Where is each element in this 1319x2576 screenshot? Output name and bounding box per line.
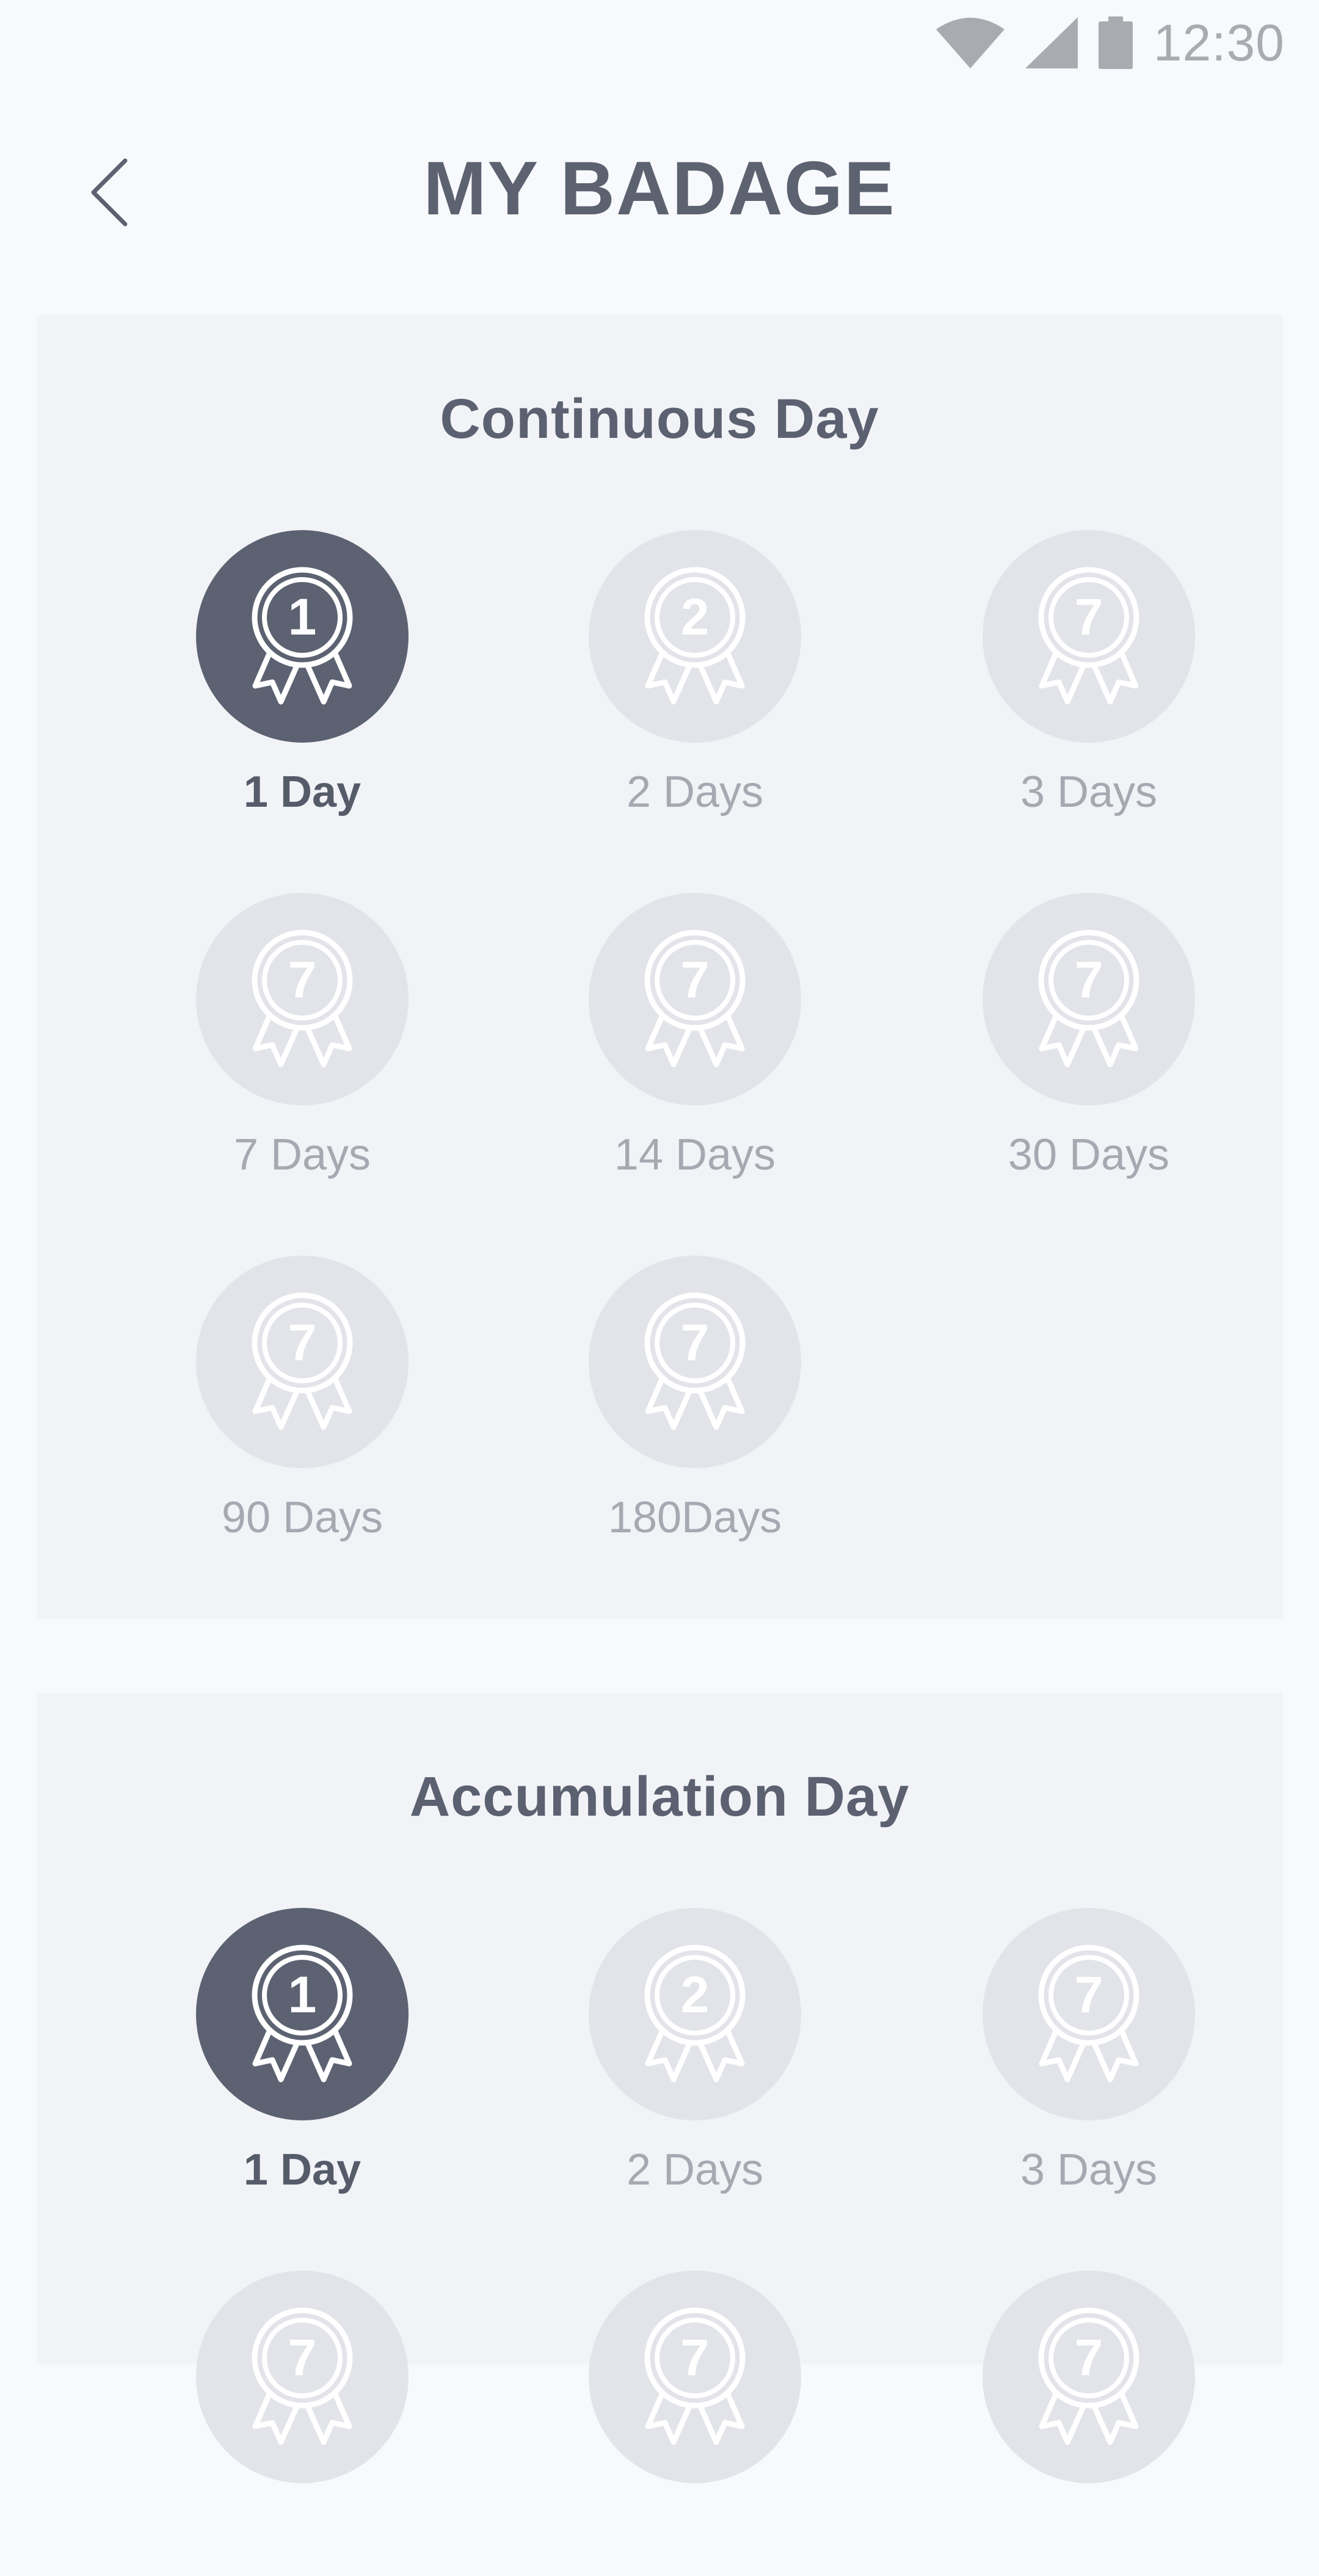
cell-signal-icon — [1025, 17, 1078, 68]
wifi-icon — [936, 17, 1005, 68]
section-title: Accumulation Day — [409, 1766, 910, 1828]
medal-ribbon-icon: 7 — [1038, 567, 1139, 705]
badge-number: 7 — [681, 951, 710, 1008]
badge-label: 1 Day — [243, 768, 362, 817]
badge-item[interactable]: 7 14 Days — [567, 893, 823, 1198]
medal-ribbon-icon: 7 — [644, 1292, 746, 1430]
badge-label: 180Days — [608, 1493, 782, 1542]
medal-ribbon-icon: 7 — [644, 2307, 746, 2445]
locked-badge-circle: 7 — [983, 1908, 1195, 2120]
badge-number: 1 — [288, 588, 317, 646]
medal-ribbon-icon: 2 — [644, 1945, 746, 2083]
locked-badge-circle: 7 — [983, 893, 1195, 1105]
locked-badge-circle: 2 — [589, 530, 801, 743]
medal-ribbon-icon: 7 — [1038, 2307, 1139, 2445]
badge-item[interactable]: 7 — [567, 2271, 823, 2576]
badge-item[interactable]: 7 30 Days — [961, 893, 1217, 1198]
badge-label: 2 Days — [626, 2145, 764, 2194]
medal-ribbon-icon: 1 — [252, 567, 353, 705]
badge-number: 2 — [681, 588, 710, 646]
medal-ribbon-icon: 2 — [644, 567, 746, 705]
locked-badge-circle: 7 — [589, 893, 801, 1105]
earned-badge-circle: 1 — [196, 530, 409, 743]
app-header: MY BADAGE — [0, 98, 1319, 281]
page-title: MY BADAGE — [423, 147, 896, 231]
badge-item[interactable]: 7 3 Days — [961, 1908, 1217, 2213]
badge-label: 7 Days — [233, 1130, 371, 1179]
badge-label: 3 Days — [1020, 768, 1158, 817]
badge-number: 7 — [681, 1314, 710, 1371]
badge-item[interactable]: 7 3 Days — [961, 530, 1217, 835]
badge-number: 7 — [288, 2329, 317, 2386]
medal-ribbon-icon: 7 — [1038, 1945, 1139, 2083]
badge-item[interactable]: 1 1 Day — [174, 530, 431, 835]
medal-ribbon-icon: 1 — [252, 1945, 353, 2083]
earned-badge-circle: 1 — [196, 1908, 409, 2120]
locked-badge-circle: 7 — [196, 893, 409, 1105]
medal-ribbon-icon: 7 — [644, 930, 746, 1068]
badge-number: 2 — [681, 1966, 710, 2023]
badge-number: 7 — [288, 951, 317, 1008]
badge-number: 7 — [1075, 588, 1103, 646]
badge-item[interactable]: 7 — [961, 2271, 1217, 2576]
locked-badge-circle: 7 — [983, 2271, 1195, 2483]
locked-badge-circle: 7 — [589, 2271, 801, 2483]
locked-badge-circle: 7 — [983, 530, 1195, 743]
badge-item[interactable]: 2 2 Days — [567, 1908, 823, 2213]
locked-badge-circle: 7 — [589, 1256, 801, 1468]
badge-number: 7 — [1075, 1966, 1103, 2023]
badge-item[interactable]: 7 7 Days — [174, 893, 431, 1198]
badge-item[interactable]: 7 180Days — [567, 1256, 823, 1561]
badge-number: 7 — [1075, 2329, 1103, 2386]
badge-label: 30 Days — [1008, 1130, 1170, 1179]
badge-item[interactable]: 7 90 Days — [174, 1256, 431, 1561]
medal-ribbon-icon: 7 — [1038, 930, 1139, 1068]
badge-label: 14 Days — [614, 1130, 776, 1179]
status-time: 12:30 — [1153, 13, 1285, 71]
locked-badge-circle: 7 — [196, 2271, 409, 2483]
status-bar: 12:30 — [0, 0, 1319, 86]
badge-number: 7 — [681, 2329, 710, 2386]
continuous-day-card: Continuous Day 1 1 Day 2 2 Days 7 3 Days 7 7 Da… — [37, 315, 1282, 1618]
badge-item[interactable]: 7 — [174, 2271, 431, 2576]
medal-ribbon-icon: 7 — [252, 1292, 353, 1430]
section-title: Continuous Day — [440, 388, 879, 450]
badge-number: 7 — [288, 1314, 317, 1371]
badge-item[interactable]: 1 1 Day — [174, 1908, 431, 2213]
badge-label: 90 Days — [221, 1493, 383, 1542]
badge-label: 3 Days — [1020, 2145, 1158, 2194]
medal-ribbon-icon: 7 — [252, 2307, 353, 2445]
badge-item[interactable]: 2 2 Days — [567, 530, 823, 835]
medal-ribbon-icon: 7 — [252, 930, 353, 1068]
locked-badge-circle: 2 — [589, 1908, 801, 2120]
accumulation-day-card: Accumulation Day 1 1 Day 2 2 Days 7 3 Days 7 7 7 — [37, 1693, 1282, 2483]
locked-badge-circle: 7 — [196, 1256, 409, 1468]
badge-number: 7 — [1075, 951, 1103, 1008]
badge-number: 1 — [288, 1966, 317, 2023]
badge-label: 2 Days — [626, 768, 764, 817]
battery-icon — [1098, 16, 1133, 69]
badge-label: 1 Day — [243, 2145, 362, 2194]
